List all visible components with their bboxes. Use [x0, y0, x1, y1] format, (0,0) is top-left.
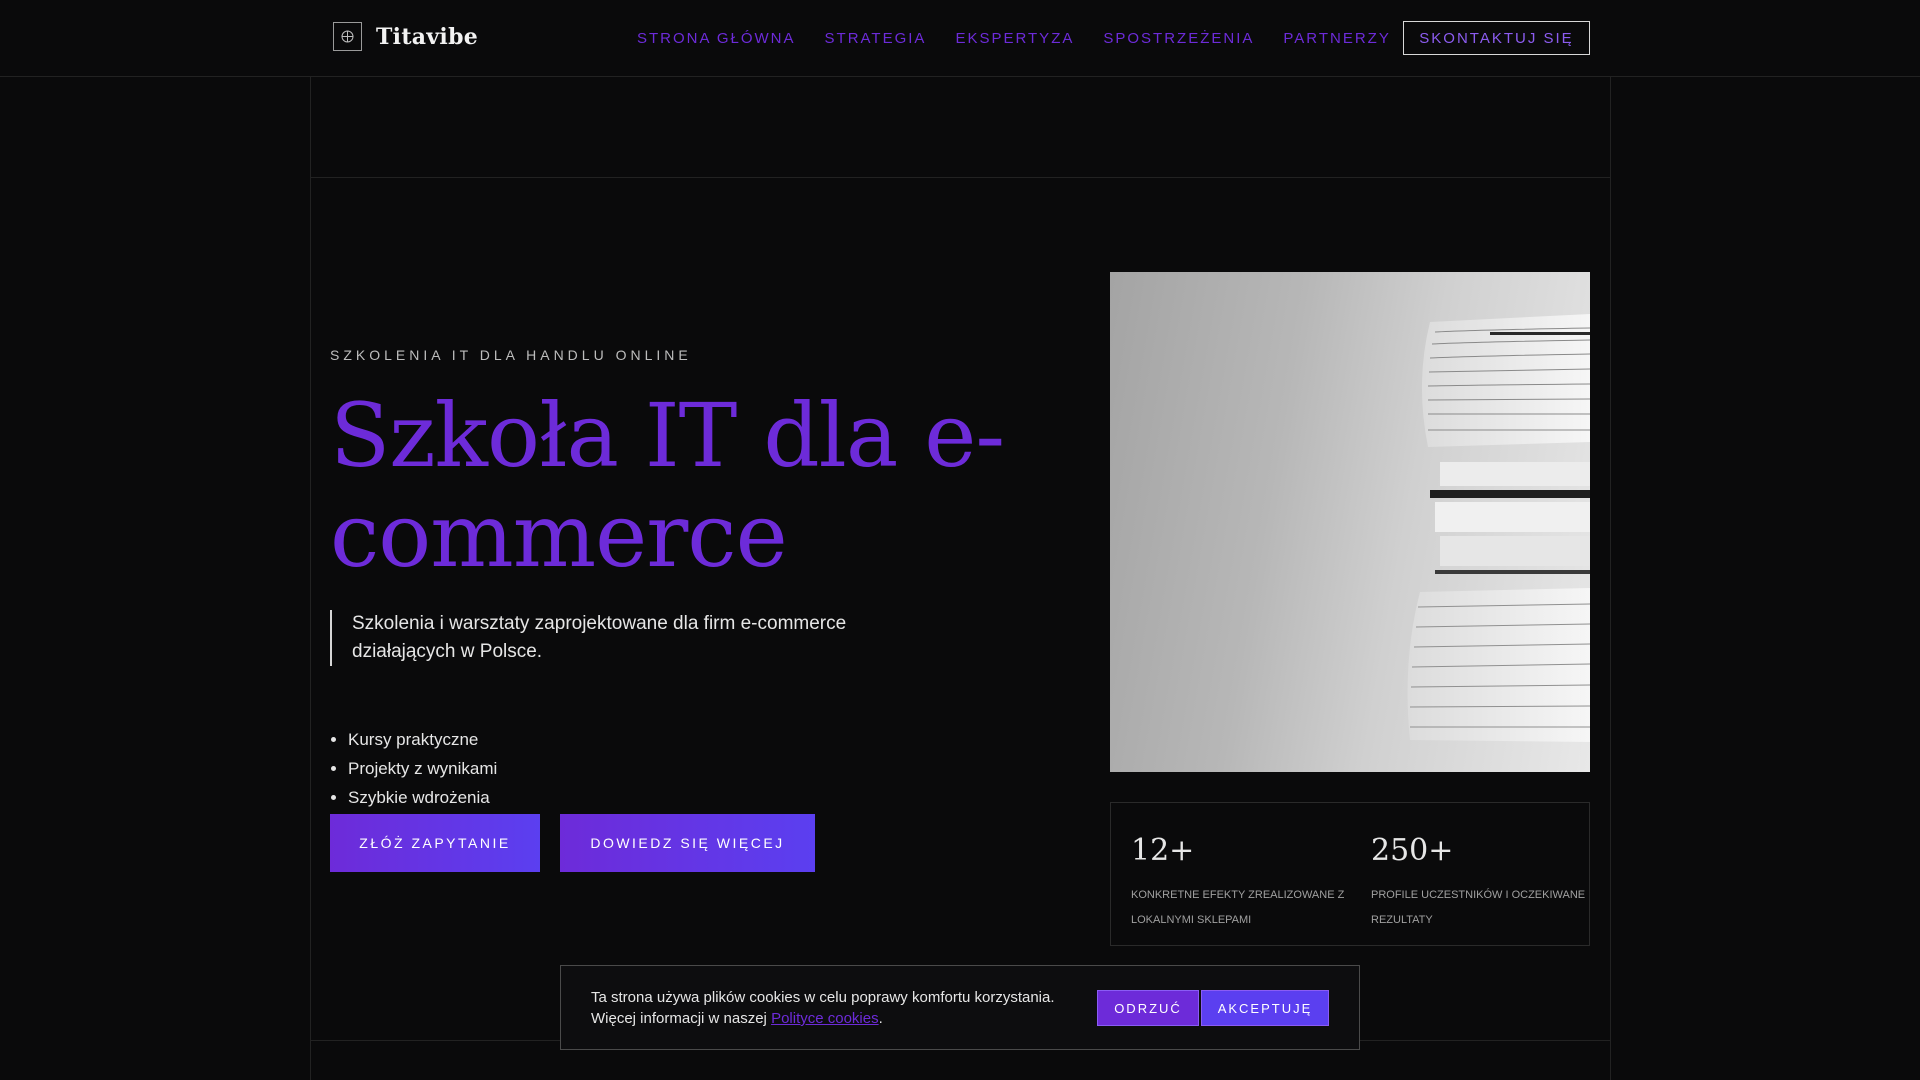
stat-label: PROFILE UCZESTNIKÓW I OCZEKIWANE REZULTA…: [1371, 889, 1586, 926]
stat-item: 250+ PROFILE UCZESTNIKÓW I OCZEKIWANE RE…: [1371, 833, 1591, 933]
brand-logo[interactable]: Titavibe: [333, 22, 478, 51]
cookie-text-line1: Ta strona używa plików cookies w celu po…: [591, 989, 1055, 1006]
section-divider-top: [310, 177, 1610, 178]
hero-bullets: Kursy praktyczne Projekty z wynikami Szy…: [330, 725, 497, 812]
main-nav: STRONA GŁÓWNA STRATEGIA EKSPERTYZA SPOST…: [637, 30, 1420, 47]
nav-item-strategy[interactable]: STRATEGIA: [825, 30, 927, 47]
stat-value: 12+: [1131, 833, 1195, 868]
frame-line-left: [310, 77, 311, 1080]
stats-panel: 12+ KONKRETNE EFEKTY ZREALIZOWANE Z LOKA…: [1110, 802, 1590, 946]
stat-value: 250+: [1371, 833, 1454, 868]
brand-name: Titavibe: [376, 23, 479, 50]
cookie-text: Ta strona używa plików cookies w celu po…: [591, 987, 1091, 1029]
stat-label: KONKRETNE EFEKTY ZREALIZOWANE Z LOKALNYM…: [1131, 889, 1345, 926]
hero-eyebrow: SZKOLENIA IT DLA HANDLU ONLINE: [330, 347, 692, 363]
list-item: Szybkie wdrożenia: [330, 783, 497, 812]
contact-button[interactable]: SKONTAKTUJ SIĘ: [1403, 21, 1590, 55]
globe-icon: [333, 22, 362, 51]
submit-inquiry-button[interactable]: ZŁÓŻ ZAPYTANIE: [330, 814, 540, 872]
list-item: Projekty z wynikami: [330, 754, 497, 783]
cookie-text-line2: Więcej informacji w naszej: [591, 1010, 772, 1027]
nav-item-insights[interactable]: SPOSTRZEŻENIA: [1103, 30, 1254, 47]
cookie-policy-link[interactable]: Polityce cookies: [771, 1010, 879, 1027]
accept-cookies-button[interactable]: AKCEPTUJĘ: [1201, 990, 1329, 1026]
nav-item-home[interactable]: STRONA GŁÓWNA: [637, 30, 796, 47]
stat-item: 12+ KONKRETNE EFEKTY ZREALIZOWANE Z LOKA…: [1131, 833, 1351, 933]
hero-lead: Szkolenia i warsztaty zaprojektowane dla…: [330, 610, 850, 666]
nav-item-expertise[interactable]: EKSPERTYZA: [955, 30, 1074, 47]
nav-item-partners[interactable]: PARTNERZY: [1283, 30, 1390, 47]
cookie-text-suffix: .: [878, 1010, 883, 1027]
hero-image-books: [1110, 272, 1590, 772]
cookie-banner: Ta strona używa plików cookies w celu po…: [560, 965, 1360, 1050]
hero-title: Szkoła IT dla e-commerce: [330, 384, 1005, 587]
learn-more-button[interactable]: DOWIEDZ SIĘ WIĘCEJ: [560, 814, 815, 872]
list-item: Kursy praktyczne: [330, 725, 497, 754]
site-header: Titavibe STRONA GŁÓWNA STRATEGIA EKSPERT…: [0, 0, 1920, 77]
reject-cookies-button[interactable]: ODRZUĆ: [1097, 990, 1199, 1026]
frame-line-right: [1610, 77, 1611, 1080]
